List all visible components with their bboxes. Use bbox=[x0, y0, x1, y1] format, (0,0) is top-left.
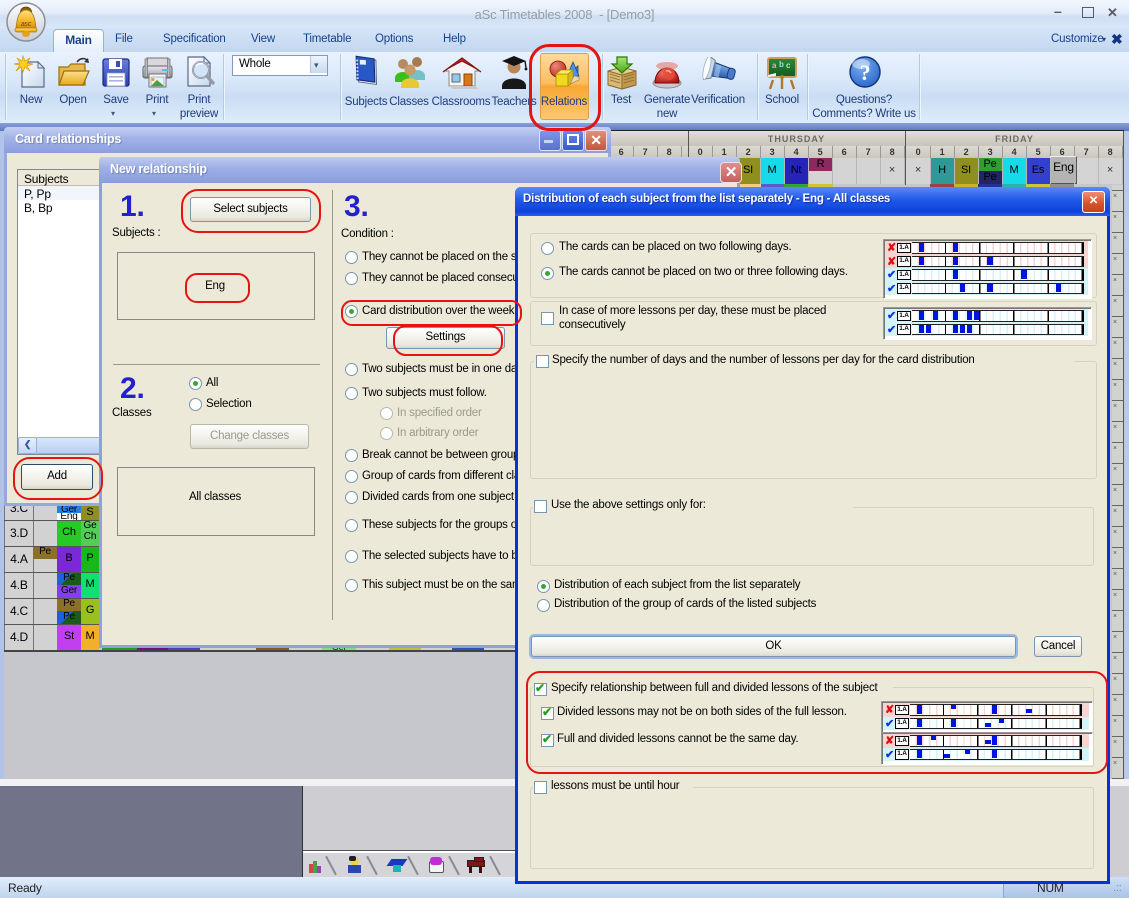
svg-text:asc: asc bbox=[21, 21, 32, 28]
svg-text:b: b bbox=[779, 60, 784, 69]
svg-text:?: ? bbox=[860, 60, 871, 85]
